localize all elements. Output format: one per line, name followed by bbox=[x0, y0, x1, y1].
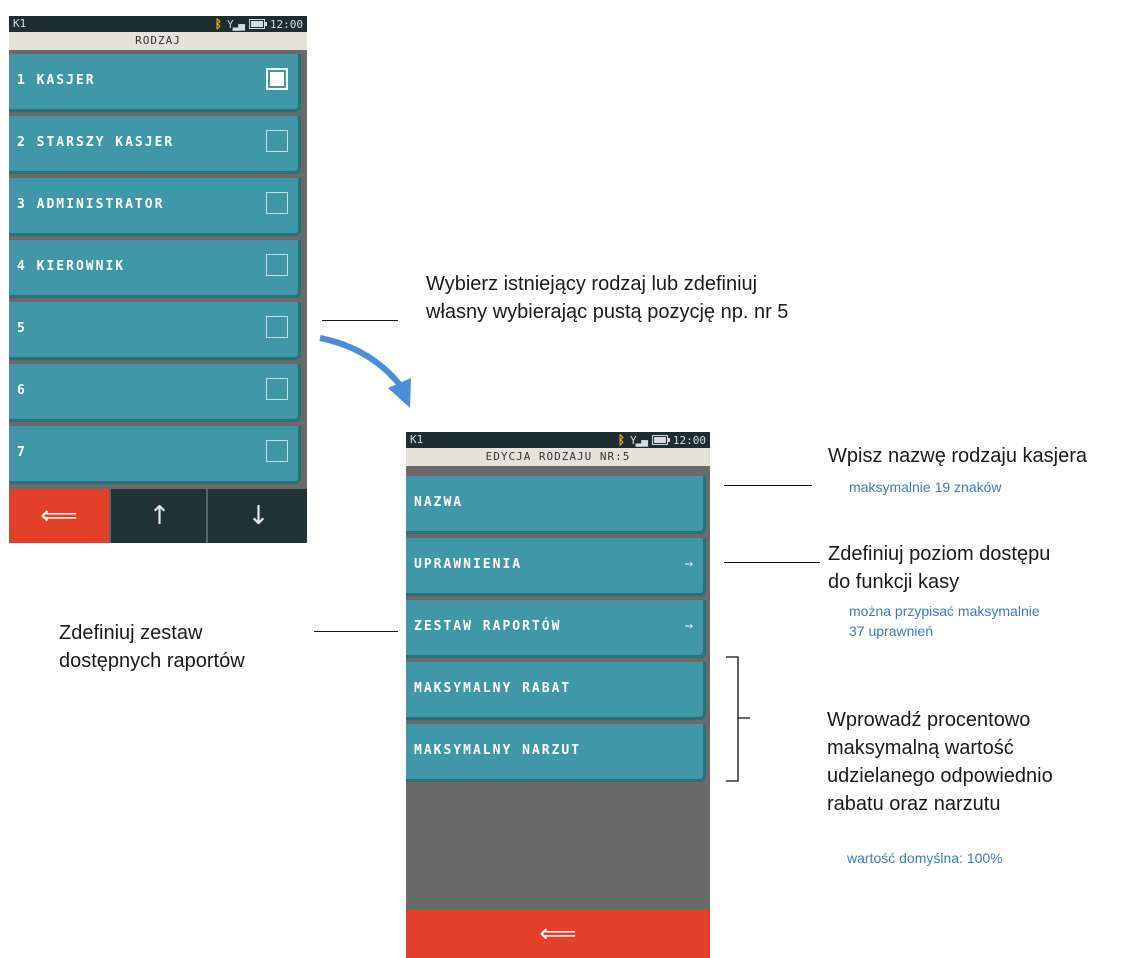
annotation-note-text: 37 uprawnień bbox=[849, 623, 934, 639]
annotation-reports: Zdefiniuj zestaw dostępnych raportów bbox=[59, 619, 245, 675]
item-label: UPRAWNIENIA bbox=[414, 557, 523, 572]
checkbox-checked[interactable] bbox=[266, 68, 288, 90]
checkbox[interactable] bbox=[266, 440, 288, 462]
item-label: MAKSYMALNY RABAT bbox=[414, 681, 572, 696]
menu-item-max-markup[interactable]: MAKSYMALNY NARZUT bbox=[406, 724, 706, 782]
list-item-2[interactable]: 2 STARSZY KASJER bbox=[9, 116, 301, 174]
leader-line-permissions bbox=[724, 562, 820, 563]
checkbox[interactable] bbox=[266, 130, 288, 152]
item-label: 1 KASJER bbox=[17, 73, 96, 88]
item-label: MAKSYMALNY NARZUT bbox=[414, 743, 582, 758]
item-label: 2 STARSZY KASJER bbox=[17, 135, 175, 150]
annotation-text: Zdefiniuj zestaw bbox=[59, 622, 203, 644]
annotation-text: rabatu oraz narzutu bbox=[827, 793, 1001, 815]
list-item-1[interactable]: 1 KASJER bbox=[9, 54, 301, 112]
screen-title: EDYCJA RODZAJU NR:5 bbox=[406, 448, 710, 466]
arrow-right-icon: → bbox=[684, 556, 693, 572]
leader-line-reports bbox=[314, 631, 398, 632]
menu-item-reports[interactable]: ZESTAW RAPORTÓW → bbox=[406, 600, 706, 658]
annotation-note-name: maksymalnie 19 znaków bbox=[849, 479, 1002, 495]
terminal-id: K1 bbox=[410, 433, 424, 446]
leader-line-name bbox=[724, 485, 812, 486]
battery-icon bbox=[651, 435, 670, 445]
item-label: 5 bbox=[17, 321, 27, 336]
menu-item-permissions[interactable]: UPRAWNIENIA → bbox=[406, 538, 706, 596]
arrow-up-icon: ↑ bbox=[148, 501, 171, 531]
annotation-text: Zdefiniuj poziom dostępu bbox=[828, 543, 1051, 565]
list-item-4[interactable]: 4 KIEROWNIK bbox=[9, 240, 301, 298]
bluetooth-icon: ᛒ bbox=[617, 433, 625, 447]
annotation-text: Wpisz nazwę rodzaju kasjera bbox=[828, 445, 1087, 467]
bracket-icon bbox=[726, 656, 750, 782]
screen-title: RODZAJ bbox=[9, 32, 307, 50]
item-label: ZESTAW RAPORTÓW bbox=[414, 619, 562, 634]
bottom-bar: ⟸ ↑ ↓ bbox=[9, 489, 307, 543]
annotation-text: Wprowadź procentowo bbox=[827, 709, 1031, 731]
item-label: 4 KIEROWNIK bbox=[17, 259, 126, 274]
list-item-7[interactable]: 7 bbox=[9, 426, 301, 484]
annotation-note-text: można przypisać maksymalnie bbox=[849, 603, 1040, 619]
back-button[interactable]: ⟸ bbox=[406, 910, 710, 958]
annotation-text: do funkcji kasy bbox=[828, 571, 960, 593]
scroll-up-button[interactable]: ↑ bbox=[109, 489, 208, 543]
checkbox[interactable] bbox=[266, 254, 288, 276]
status-bar: K1 ᛒ Y▂▄ 12:00 bbox=[406, 432, 710, 448]
battery-icon bbox=[248, 19, 267, 29]
annotation-text: udzielanego odpowiednio bbox=[827, 765, 1053, 787]
item-label: NAZWA bbox=[414, 495, 464, 510]
annotation-note-permissions: można przypisać maksymalnie 37 uprawnień bbox=[849, 601, 1040, 641]
clock: 12:00 bbox=[269, 17, 303, 31]
terminal-id: K1 bbox=[13, 17, 27, 30]
annotation-choose: Wybierz istniejący rodzaj lub zdefiniuj … bbox=[426, 270, 788, 326]
status-bar: K1 ᛒ Y▂▄ 12:00 bbox=[9, 16, 307, 32]
annotation-text: dostępnych raportów bbox=[59, 650, 245, 672]
signal-icon: Y▂▄ bbox=[227, 17, 245, 31]
bluetooth-icon: ᛒ bbox=[214, 17, 222, 31]
checkbox[interactable] bbox=[266, 192, 288, 214]
annotation-limits: Wprowadź procentowo maksymalną wartość u… bbox=[827, 706, 1053, 818]
item-label: 7 bbox=[17, 445, 27, 460]
back-arrow-icon: ⟸ bbox=[40, 501, 78, 531]
item-label: 6 bbox=[17, 383, 27, 398]
annotation-text: własny wybierając pustą pozycję np. nr 5 bbox=[426, 301, 789, 323]
list-item-3[interactable]: 3 ADMINISTRATOR bbox=[9, 178, 301, 236]
screen-type-edit: K1 ᛒ Y▂▄ 12:00 EDYCJA RODZAJU NR:5 NAZWA… bbox=[406, 432, 710, 958]
list-item-5[interactable]: 5 bbox=[9, 302, 301, 360]
checkbox[interactable] bbox=[266, 316, 288, 338]
annotation-name: Wpisz nazwę rodzaju kasjera bbox=[828, 442, 1087, 470]
annotation-note-limits: wartość domyślna: 100% bbox=[847, 850, 1003, 866]
arrow-down-icon: ↓ bbox=[247, 501, 270, 531]
scroll-down-button[interactable]: ↓ bbox=[206, 489, 307, 543]
list-item-6[interactable]: 6 bbox=[9, 364, 301, 422]
back-arrow-icon: ⟸ bbox=[539, 919, 577, 949]
annotation-text: maksymalną wartość bbox=[827, 737, 1014, 759]
annotation-text: Wybierz istniejący rodzaj lub zdefiniuj bbox=[426, 273, 758, 295]
checkbox[interactable] bbox=[266, 378, 288, 400]
menu-item-max-discount[interactable]: MAKSYMALNY RABAT bbox=[406, 662, 706, 720]
flow-arrow-icon bbox=[319, 335, 411, 408]
leader-line-choose bbox=[322, 320, 398, 321]
screen-type-list: K1 ᛒ Y▂▄ 12:00 RODZAJ 1 KASJER 2 STARSZY… bbox=[9, 16, 307, 543]
item-label: 3 ADMINISTRATOR bbox=[17, 197, 165, 212]
clock: 12:00 bbox=[672, 433, 706, 447]
menu-item-name[interactable]: NAZWA bbox=[406, 476, 706, 534]
back-button[interactable]: ⟸ bbox=[9, 489, 109, 543]
arrow-right-icon: → bbox=[684, 618, 693, 634]
annotation-permissions: Zdefiniuj poziom dostępu do funkcji kasy bbox=[828, 540, 1050, 596]
signal-icon: Y▂▄ bbox=[630, 433, 648, 447]
